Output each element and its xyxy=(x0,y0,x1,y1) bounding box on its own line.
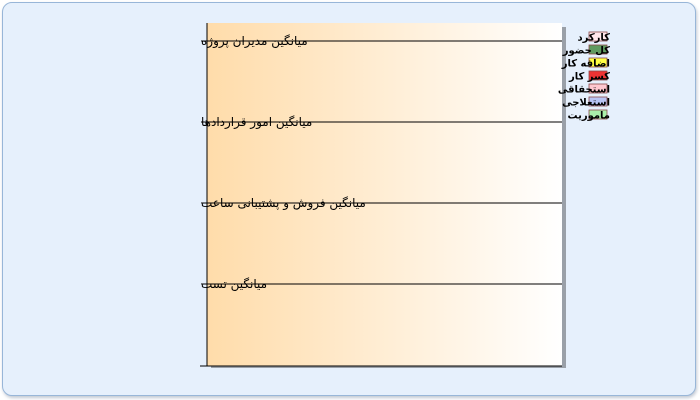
legend-label: اضافه کار xyxy=(561,59,610,70)
legend-label: استعلاجی xyxy=(562,98,610,109)
category-label: میانگین فروش و پشتیبانی ساعت xyxy=(201,196,366,211)
legend-label: ماموریت xyxy=(567,111,610,122)
legend-label: کل حضور xyxy=(562,46,610,57)
legend-label: استحقاقی xyxy=(558,85,610,96)
bar-chart: میانگین مدیران پروژه میانگین امور قرارداد… xyxy=(200,23,611,368)
category-label: میانگین امور قراردادها xyxy=(201,115,312,130)
plot-area xyxy=(207,23,562,366)
legend-label: کارکرد xyxy=(578,33,611,44)
legend-label: کسر کار xyxy=(568,72,610,83)
category-label: میانگین تست xyxy=(201,277,267,292)
category-label: میانگین مدیران پروژه xyxy=(201,34,308,49)
